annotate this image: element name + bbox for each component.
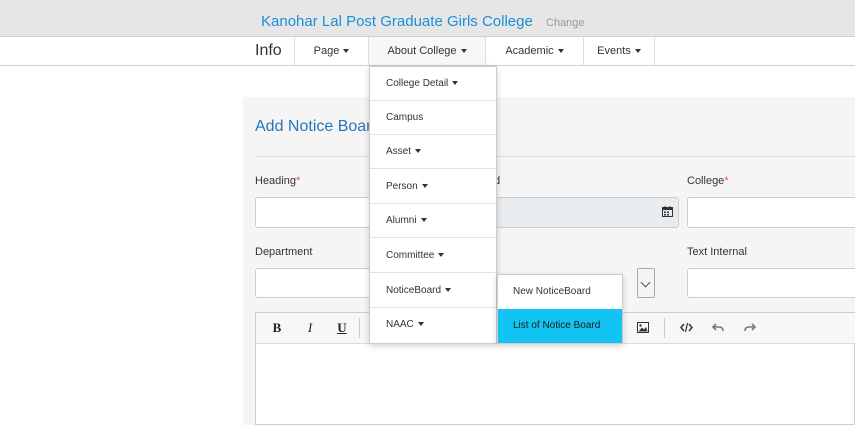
- nav-item-about-college[interactable]: About College: [368, 37, 485, 65]
- text-internal-input[interactable]: [687, 268, 855, 298]
- underline-button[interactable]: U: [334, 320, 350, 336]
- chevron-down-icon: [640, 277, 651, 288]
- change-college-link[interactable]: Change: [546, 17, 585, 29]
- page-title: Add Notice Boar: [255, 118, 372, 135]
- college-name: Kanohar Lal Post Graduate Girls College: [261, 13, 533, 30]
- menu-item-campus[interactable]: Campus: [370, 101, 496, 135]
- bold-button[interactable]: B: [269, 320, 285, 336]
- toolbar-divider: [359, 318, 360, 338]
- submenu-item-list-of-notice-board[interactable]: List of Notice Board: [498, 309, 622, 343]
- department-input[interactable]: [255, 268, 371, 298]
- nav-item-events[interactable]: Events: [583, 37, 654, 65]
- caret-down-icon: [438, 253, 445, 258]
- menu-item-college-detail[interactable]: College Detail: [370, 67, 496, 101]
- department-label: Department: [255, 246, 313, 258]
- nav-item-page-label: Page: [313, 45, 340, 57]
- heading-label: Heading*: [255, 175, 301, 187]
- menu-item-alumni[interactable]: Alumni: [370, 204, 496, 238]
- code-view-icon[interactable]: [680, 322, 693, 333]
- toolbar-divider: [664, 318, 665, 338]
- nav-item-academic[interactable]: Academic: [485, 37, 583, 65]
- caret-down-icon: [452, 81, 459, 86]
- main-navbar: Info Page About College Academic Events: [0, 36, 855, 66]
- caret-down-icon: [634, 49, 641, 54]
- caret-down-icon: [420, 218, 427, 223]
- nav-item-about-college-label: About College: [387, 45, 457, 57]
- caret-down-icon: [421, 184, 428, 189]
- college-input[interactable]: [687, 197, 855, 228]
- italic-button[interactable]: I: [302, 320, 318, 336]
- title-divider: [255, 156, 855, 157]
- menu-item-naac[interactable]: NAAC: [370, 308, 496, 342]
- nav-item-academic-label: Academic: [505, 45, 554, 57]
- redo-icon[interactable]: [744, 322, 756, 333]
- caret-down-icon: [460, 49, 467, 54]
- caret-down-icon: [445, 288, 452, 293]
- menu-item-person[interactable]: Person: [370, 170, 496, 204]
- nav-divider: [654, 37, 655, 65]
- nav-item-page[interactable]: Page: [294, 37, 368, 65]
- submenu-item-new-noticeboard[interactable]: New NoticeBoard: [498, 275, 622, 309]
- date-input[interactable]: [496, 197, 679, 228]
- select-dropdown-button[interactable]: [637, 268, 655, 298]
- menu-item-asset[interactable]: Asset: [370, 135, 496, 169]
- nav-item-events-label: Events: [597, 45, 631, 57]
- undo-icon[interactable]: [712, 322, 724, 333]
- college-label: College*: [687, 175, 729, 187]
- navbar-brand[interactable]: Info: [255, 42, 282, 60]
- calendar-icon[interactable]: [662, 206, 673, 217]
- menu-item-committee[interactable]: Committee: [370, 239, 496, 273]
- text-internal-label: Text Internal: [687, 246, 747, 258]
- image-icon[interactable]: [637, 322, 649, 333]
- menu-item-noticeboard[interactable]: NoticeBoard: [370, 274, 496, 308]
- caret-down-icon: [343, 49, 350, 54]
- caret-down-icon: [417, 322, 424, 327]
- caret-down-icon: [415, 149, 422, 154]
- heading-input[interactable]: [255, 197, 371, 228]
- caret-down-icon: [557, 49, 564, 54]
